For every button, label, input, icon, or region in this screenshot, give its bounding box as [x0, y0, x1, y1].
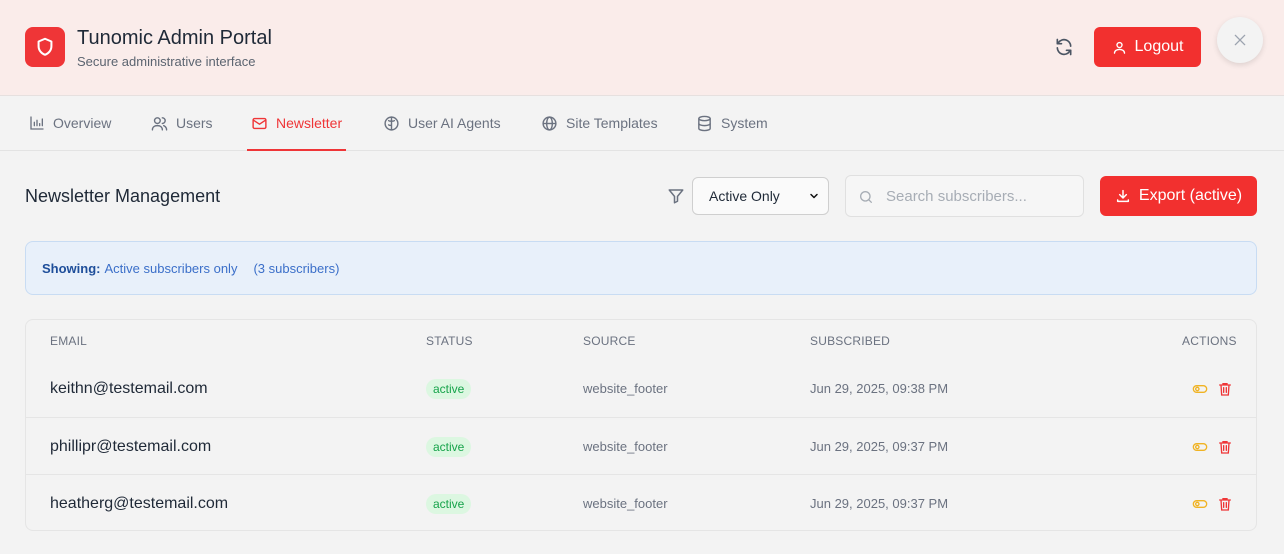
- trash-icon: [1219, 382, 1231, 396]
- search-icon: [860, 191, 872, 203]
- row-actions: [1192, 360, 1233, 417]
- toggle-button[interactable]: [1192, 439, 1208, 455]
- column-header-email: Email: [50, 334, 88, 348]
- section-title: Newsletter Management: [25, 186, 221, 206]
- tab-users[interactable]: Users: [151, 96, 213, 150]
- export-button[interactable]: Export (active): [1100, 176, 1257, 216]
- row-status: active: [426, 418, 472, 475]
- row-email: heatherg@testemail.com: [50, 494, 229, 512]
- tab-site-templates[interactable]: Site Templates: [541, 96, 658, 150]
- row-actions: [1192, 475, 1233, 532]
- row-status: active: [426, 475, 472, 532]
- status-badge: active: [426, 493, 472, 514]
- row-email: phillipr@testemail.com: [50, 437, 212, 455]
- table-row: phillipr@testemail.com active website_fo…: [26, 417, 1256, 474]
- app-title: Tunomic Admin Portal: [77, 27, 272, 49]
- status-filter-select[interactable]: Active Only: [692, 177, 829, 215]
- bar-chart-icon: [30, 116, 44, 130]
- status-badge: active: [426, 378, 472, 399]
- tab-system[interactable]: System: [696, 96, 768, 150]
- info-value: Active subscribers only: [104, 260, 238, 276]
- status-filter-value: Active Only: [709, 188, 780, 204]
- tab-users-label: Users: [176, 115, 213, 131]
- column-header-actions: Actions: [1182, 334, 1237, 348]
- refresh-button[interactable]: [1052, 35, 1076, 59]
- table-row: keithn@testemail.com active website_foot…: [26, 360, 1256, 417]
- brain-icon: [384, 115, 399, 131]
- user-icon: [1113, 41, 1125, 54]
- tab-user-ai-agents[interactable]: User AI Agents: [383, 96, 501, 150]
- status-badge: active: [426, 436, 472, 457]
- toggle-button[interactable]: [1192, 496, 1208, 512]
- delete-button[interactable]: [1217, 381, 1233, 397]
- close-icon: [1234, 34, 1246, 46]
- row-email: keithn@testemail.com: [50, 379, 208, 397]
- close-button[interactable]: [1217, 17, 1263, 63]
- refresh-icon: [1056, 38, 1072, 56]
- export-label: Export (active): [1138, 187, 1243, 204]
- row-subscribed: Jun 29, 2025, 09:37 PM: [810, 439, 949, 454]
- mail-icon: [252, 117, 267, 129]
- toggle-icon: [1192, 442, 1208, 451]
- toggle-icon: [1192, 384, 1208, 393]
- column-header-subscribed: Subscribed: [810, 334, 891, 348]
- delete-button[interactable]: [1217, 496, 1233, 512]
- shield-logo-icon: [25, 27, 65, 67]
- tab-user-ai-agents-label: User AI Agents: [408, 115, 501, 131]
- info-banner: Showing: Active subscribers only (3 subs…: [25, 241, 1257, 295]
- tab-overview[interactable]: Overview: [29, 96, 111, 150]
- table-row: heatherg@testemail.com active website_fo…: [26, 474, 1256, 531]
- chevron-down-icon: [810, 193, 818, 199]
- column-header-source: Source: [583, 334, 636, 348]
- tab-bar: Overview Users Newsletter User AI Agents…: [0, 96, 1284, 151]
- app-subtitle: Secure administrative interface: [77, 54, 256, 69]
- filter-icon: [668, 189, 684, 204]
- tab-overview-label: Overview: [53, 115, 112, 131]
- row-subscribed: Jun 29, 2025, 09:37 PM: [810, 496, 949, 511]
- delete-button[interactable]: [1217, 439, 1233, 455]
- search-input[interactable]: [886, 176, 1076, 216]
- toggle-button[interactable]: [1192, 381, 1208, 397]
- row-status: active: [426, 360, 472, 417]
- logout-label: Logout: [1134, 38, 1184, 55]
- row-source: website_footer: [583, 381, 668, 396]
- app-header: Tunomic Admin Portal Secure administrati…: [0, 0, 1284, 96]
- globe-icon: [542, 115, 557, 131]
- download-icon: [1116, 189, 1129, 203]
- row-actions: [1192, 418, 1233, 475]
- subscribers-table: Email Status Source Subscribed Actions k…: [25, 319, 1257, 531]
- logout-button[interactable]: Logout: [1094, 27, 1201, 67]
- trash-icon: [1219, 440, 1231, 454]
- users-icon: [151, 116, 168, 131]
- info-count: (3 subscribers): [253, 260, 340, 276]
- row-source: website_footer: [583, 496, 668, 511]
- row-subscribed: Jun 29, 2025, 09:38 PM: [810, 381, 949, 396]
- tab-system-label: System: [721, 115, 768, 131]
- tab-newsletter[interactable]: Newsletter: [246, 96, 347, 151]
- toggle-icon: [1192, 499, 1208, 508]
- tab-site-templates-label: Site Templates: [566, 115, 658, 131]
- info-label: Showing:: [42, 260, 101, 276]
- column-header-status: Status: [426, 334, 473, 348]
- trash-icon: [1219, 497, 1231, 511]
- row-source: website_footer: [583, 439, 668, 454]
- search-box: [845, 175, 1084, 217]
- tab-newsletter-label: Newsletter: [276, 115, 343, 131]
- database-icon: [698, 115, 711, 131]
